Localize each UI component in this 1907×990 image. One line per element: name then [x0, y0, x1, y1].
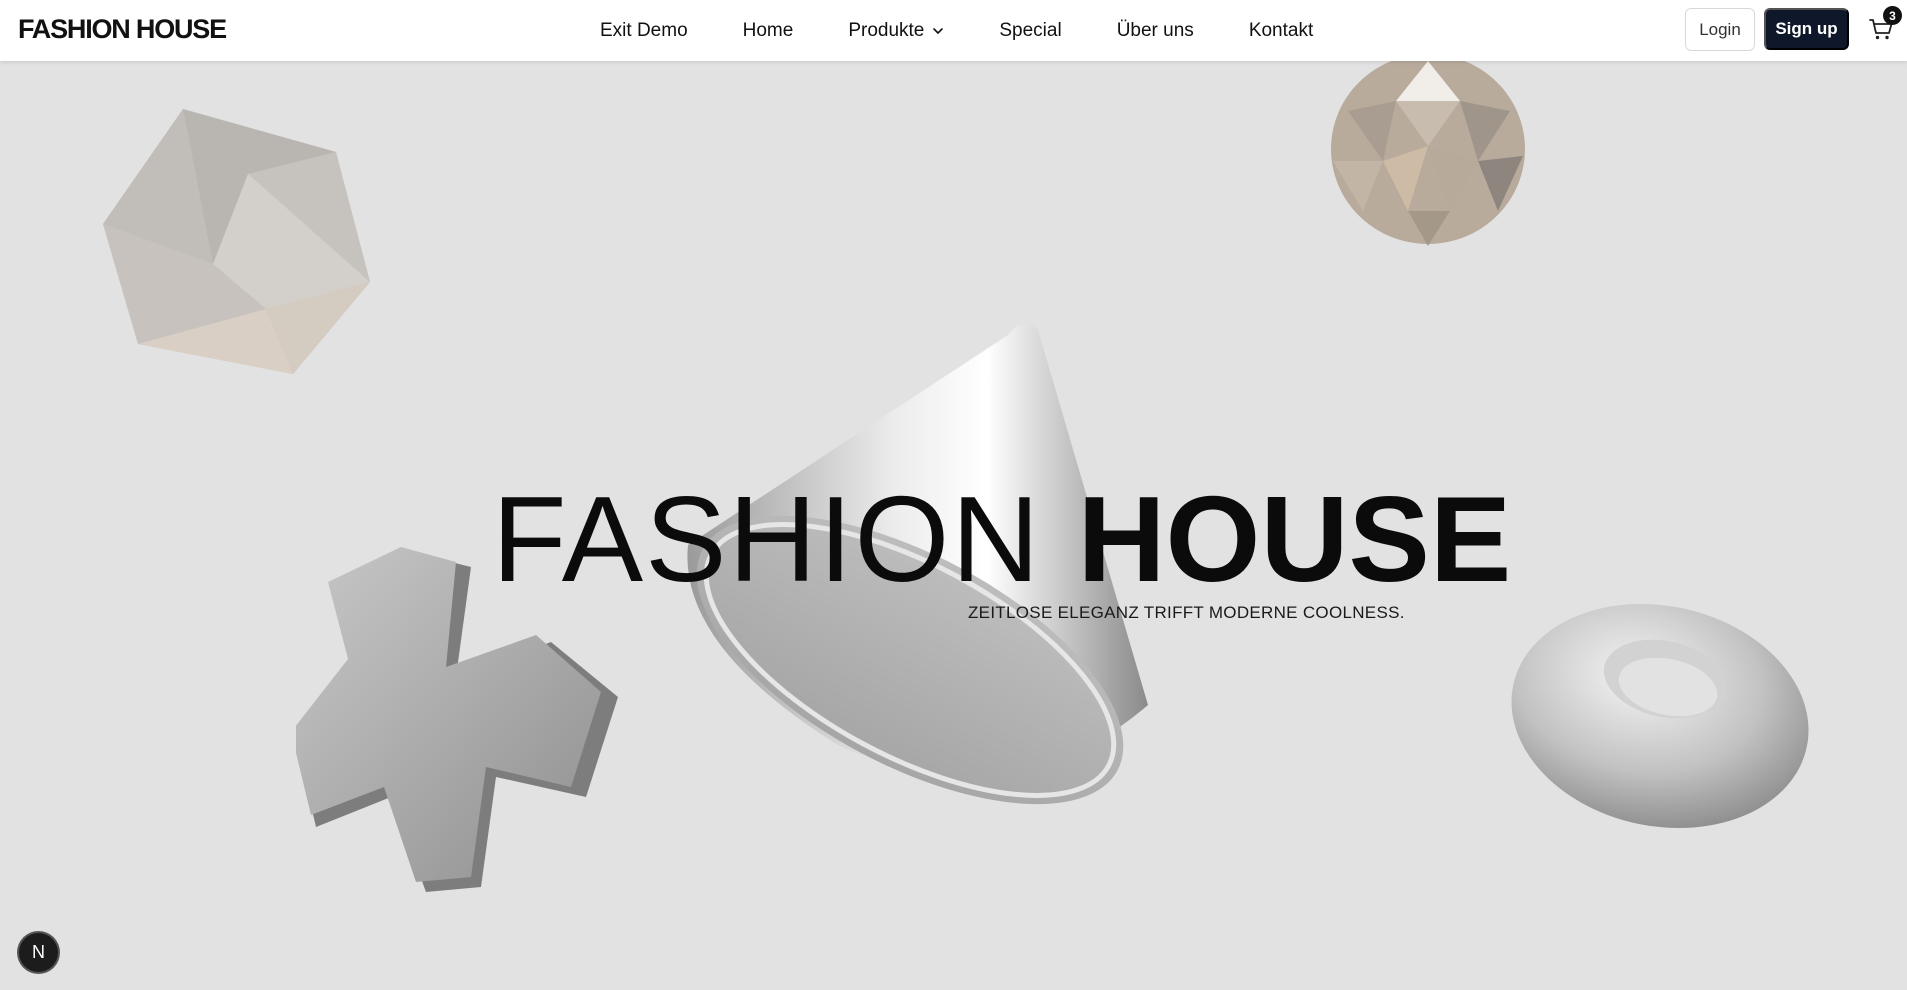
login-button[interactable]: Login: [1685, 8, 1755, 51]
nav-exit-demo[interactable]: Exit Demo: [600, 20, 688, 42]
nav-label: Home: [742, 19, 794, 41]
main-nav: Exit Demo Home Produkte Special Über uns…: [600, 0, 1368, 61]
hero-title-bold: HOUSE: [1077, 471, 1512, 607]
brand-logo[interactable]: FASHION HOUSE: [18, 14, 227, 45]
navbar: FASHION HOUSE Exit Demo Home Produkte Sp…: [0, 0, 1907, 61]
nav-ueber-uns[interactable]: Über uns: [1117, 20, 1194, 42]
nav-label: Special: [999, 19, 1062, 41]
cart-count-badge: 3: [1883, 6, 1902, 25]
signup-button[interactable]: Sign up: [1764, 8, 1849, 50]
chevron-down-icon: [933, 27, 944, 34]
nav-produkte[interactable]: Produkte: [848, 20, 944, 42]
dev-tools-badge[interactable]: N: [19, 933, 58, 972]
nav-label: Über uns: [1116, 19, 1194, 41]
nav-home[interactable]: Home: [743, 20, 794, 42]
hero-title-light: FASHION: [492, 471, 1042, 607]
nav-special[interactable]: Special: [999, 20, 1061, 42]
hero-subtitle: ZEITLOSE ELEGANZ TRIFFT MODERNE COOLNESS…: [968, 603, 1405, 622]
torus-shape: [1511, 603, 1809, 829]
nav-label: Kontakt: [1248, 19, 1314, 41]
nav-label: Produkte: [848, 19, 925, 41]
nav-kontakt[interactable]: Kontakt: [1249, 20, 1313, 42]
nav-label: Exit Demo: [600, 19, 688, 41]
geodesic-sphere-shape: [1331, 61, 1525, 246]
hero-section: FASHION HOUSE ZEITLOSE ELEGANZ TRIFFT MO…: [0, 61, 1907, 990]
icosahedron-shape: [103, 109, 370, 374]
hero-title: FASHION HOUSE: [492, 469, 1511, 609]
